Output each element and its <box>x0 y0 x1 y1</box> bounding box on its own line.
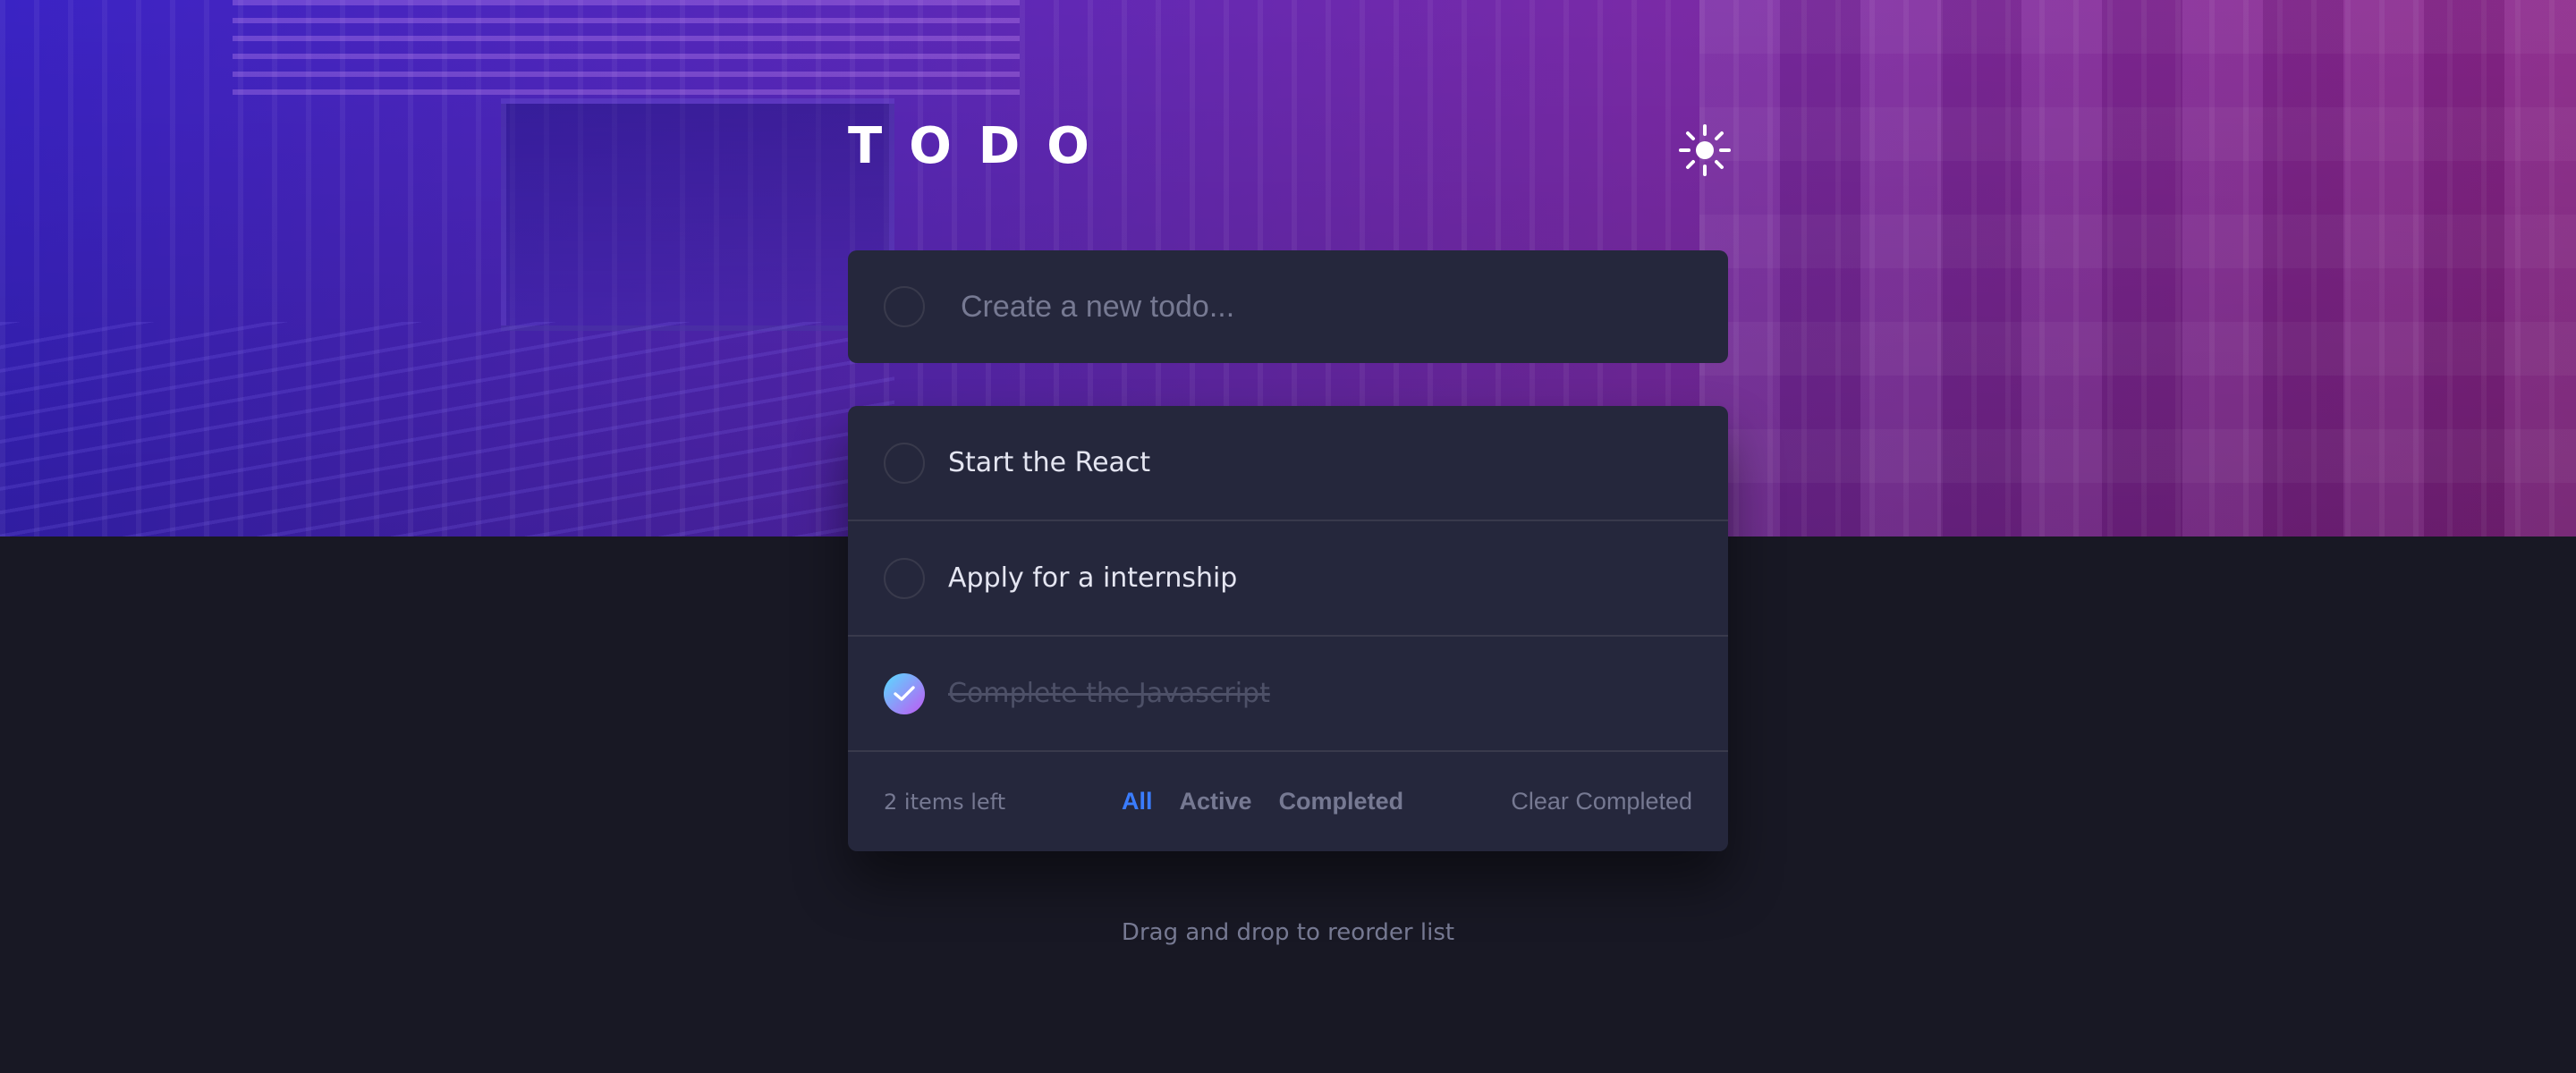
filter-all-button[interactable]: All <box>1122 788 1153 815</box>
items-left-count: 2 items left <box>884 789 1006 815</box>
todo-checkbox[interactable] <box>884 442 925 484</box>
todo-item-text: Apply for a internship <box>948 562 1238 594</box>
clear-completed-button[interactable]: Clear Completed <box>1511 788 1692 815</box>
hero-floor-decoration <box>0 322 894 536</box>
todo-item[interactable]: Start the React <box>848 406 1728 521</box>
drag-drop-hint: Drag and drop to reorder list <box>1121 919 1455 946</box>
theme-toggle-button[interactable] <box>1678 123 1732 177</box>
app-title: TODO <box>848 117 1116 175</box>
filter-group: All Active Completed <box>1122 752 1430 851</box>
hero-pillars-decoration <box>1699 0 2576 536</box>
filter-active-button[interactable]: Active <box>1180 788 1252 815</box>
list-footer: 2 items left All Active Completed Clear … <box>848 752 1728 851</box>
filter-completed-button[interactable]: Completed <box>1279 788 1404 815</box>
sun-icon <box>1679 124 1731 176</box>
hero-corridor-decoration <box>501 98 894 331</box>
todo-checkbox-checked[interactable] <box>884 672 925 714</box>
new-todo-checkbox[interactable] <box>884 286 925 327</box>
todo-checkbox[interactable] <box>884 557 925 599</box>
todo-item-completed[interactable]: Complete the Javascript <box>848 637 1728 752</box>
new-todo-input[interactable] <box>959 288 1692 325</box>
todo-item-text: Start the React <box>948 447 1151 478</box>
hero-ceiling-decoration <box>233 0 1020 98</box>
todo-item-text: Complete the Javascript <box>948 678 1270 709</box>
todo-item[interactable]: Apply for a internship <box>848 521 1728 637</box>
check-icon <box>894 685 915 701</box>
new-todo-card <box>848 250 1728 363</box>
todo-list: Start the React Apply for a internship C… <box>848 406 1728 851</box>
